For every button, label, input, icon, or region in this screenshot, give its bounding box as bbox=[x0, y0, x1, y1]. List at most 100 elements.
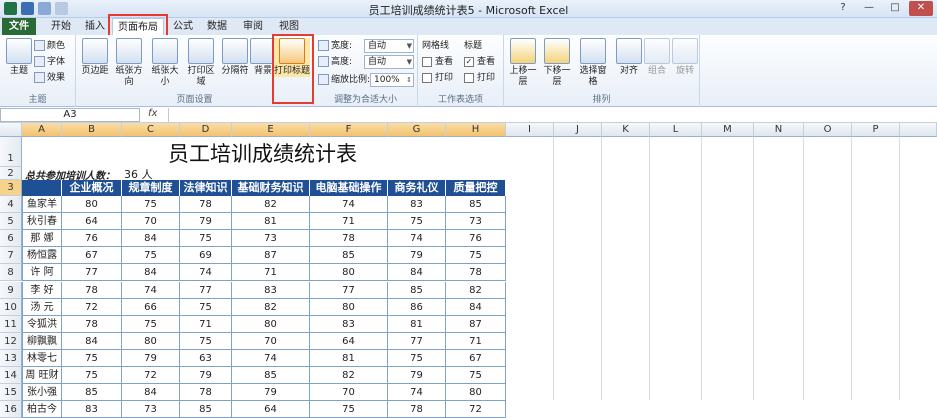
col-header-b[interactable]: B bbox=[62, 123, 122, 137]
row-header[interactable]: 6 bbox=[0, 230, 22, 248]
score-cell[interactable]: 63 bbox=[180, 349, 232, 367]
row-header[interactable]: 7 bbox=[0, 247, 22, 265]
col-header-m[interactable]: M bbox=[702, 123, 754, 137]
name-cell[interactable]: 周 旺财 bbox=[22, 367, 62, 384]
score-cell[interactable]: 71 bbox=[180, 315, 232, 333]
score-cell[interactable]: 80 bbox=[446, 384, 506, 402]
score-cell[interactable]: 74 bbox=[310, 196, 388, 213]
score-cell[interactable]: 80 bbox=[62, 196, 122, 213]
score-cell[interactable]: 82 bbox=[232, 298, 310, 316]
row-header[interactable]: 11 bbox=[0, 315, 22, 333]
score-cell[interactable]: 75 bbox=[446, 247, 506, 265]
row-header[interactable]: 12 bbox=[0, 332, 22, 350]
score-cell[interactable]: 73 bbox=[122, 401, 180, 418]
send-backward-button[interactable]: 下移一层 bbox=[540, 38, 574, 88]
score-cell[interactable]: 78 bbox=[180, 384, 232, 402]
fonts-button[interactable]: 字体 bbox=[34, 55, 65, 69]
score-cell[interactable]: 78 bbox=[388, 401, 446, 418]
score-cell[interactable]: 80 bbox=[310, 264, 388, 282]
table-header-cell[interactable]: 企业概况 bbox=[62, 180, 122, 196]
tab-data[interactable]: 数据 bbox=[202, 18, 232, 35]
score-cell[interactable]: 78 bbox=[62, 281, 122, 299]
score-cell[interactable]: 84 bbox=[388, 264, 446, 282]
col-header-n[interactable]: N bbox=[754, 123, 804, 137]
score-cell[interactable]: 85 bbox=[232, 367, 310, 384]
row-header-1[interactable]: 1 bbox=[0, 137, 22, 167]
score-cell[interactable]: 84 bbox=[122, 384, 180, 402]
score-cell[interactable]: 83 bbox=[310, 315, 388, 333]
name-cell[interactable]: 许 阿 bbox=[22, 264, 62, 282]
score-cell[interactable]: 79 bbox=[180, 367, 232, 384]
score-cell[interactable]: 79 bbox=[180, 213, 232, 231]
score-cell[interactable]: 74 bbox=[180, 264, 232, 282]
score-cell[interactable]: 81 bbox=[388, 315, 446, 333]
maximize-button[interactable]: □ bbox=[883, 1, 907, 16]
score-cell[interactable]: 64 bbox=[232, 401, 310, 418]
score-cell[interactable]: 79 bbox=[122, 349, 180, 367]
row-header[interactable]: 16 bbox=[0, 401, 22, 418]
score-cell[interactable]: 82 bbox=[232, 196, 310, 213]
score-cell[interactable]: 76 bbox=[62, 230, 122, 248]
row-header[interactable]: 4 bbox=[0, 196, 22, 213]
score-cell[interactable]: 84 bbox=[62, 332, 122, 350]
col-header-j[interactable]: J bbox=[554, 123, 602, 137]
score-cell[interactable]: 71 bbox=[232, 264, 310, 282]
table-header-cell[interactable]: 规章制度 bbox=[122, 180, 180, 196]
help-button[interactable]: ? bbox=[831, 1, 855, 16]
close-button[interactable]: ✕ bbox=[909, 1, 933, 16]
score-cell[interactable]: 75 bbox=[180, 230, 232, 248]
theme-button[interactable]: 主题 bbox=[2, 38, 36, 77]
name-cell[interactable]: 鱼家羊 bbox=[22, 196, 62, 213]
col-header-l[interactable]: L bbox=[650, 123, 702, 137]
tab-view[interactable]: 视图 bbox=[274, 18, 304, 35]
score-cell[interactable]: 87 bbox=[446, 315, 506, 333]
score-cell[interactable]: 74 bbox=[122, 281, 180, 299]
score-cell[interactable]: 72 bbox=[62, 298, 122, 316]
tab-formulas[interactable]: 公式 bbox=[168, 18, 198, 35]
gridlines-print-checkbox[interactable]: 打印 bbox=[422, 71, 453, 85]
col-header-c[interactable]: C bbox=[122, 123, 180, 137]
score-cell[interactable]: 75 bbox=[180, 332, 232, 350]
row-header[interactable]: 15 bbox=[0, 384, 22, 402]
score-cell[interactable]: 70 bbox=[310, 384, 388, 402]
col-header-g[interactable]: G bbox=[388, 123, 446, 137]
score-cell[interactable]: 82 bbox=[446, 281, 506, 299]
score-cell[interactable]: 69 bbox=[180, 247, 232, 265]
score-cell[interactable]: 80 bbox=[122, 332, 180, 350]
score-cell[interactable]: 75 bbox=[62, 367, 122, 384]
tab-insert[interactable]: 插入 bbox=[80, 18, 110, 35]
name-cell[interactable]: 张小强 bbox=[22, 384, 62, 402]
fx-icon[interactable]: fx bbox=[148, 108, 168, 119]
headings-print-checkbox[interactable]: 打印 bbox=[464, 71, 495, 85]
name-cell[interactable]: 柳飘飘 bbox=[22, 332, 62, 350]
score-cell[interactable]: 75 bbox=[62, 349, 122, 367]
name-cell[interactable]: 杨恒露 bbox=[22, 247, 62, 265]
select-all-corner[interactable] bbox=[0, 123, 22, 137]
score-cell[interactable]: 75 bbox=[122, 315, 180, 333]
col-header-f[interactable]: F bbox=[310, 123, 388, 137]
row-header[interactable]: 5 bbox=[0, 213, 22, 231]
score-cell[interactable]: 71 bbox=[446, 332, 506, 350]
tab-review[interactable]: 审阅 bbox=[238, 18, 268, 35]
name-cell[interactable]: 柏古今 bbox=[22, 401, 62, 418]
score-cell[interactable]: 75 bbox=[388, 349, 446, 367]
score-cell[interactable]: 77 bbox=[180, 281, 232, 299]
score-cell[interactable]: 73 bbox=[446, 213, 506, 231]
col-header-i[interactable]: I bbox=[506, 123, 554, 137]
score-cell[interactable]: 84 bbox=[122, 264, 180, 282]
score-cell[interactable]: 74 bbox=[388, 230, 446, 248]
score-cell[interactable]: 67 bbox=[446, 349, 506, 367]
row-header[interactable]: 14 bbox=[0, 367, 22, 384]
score-cell[interactable]: 86 bbox=[388, 298, 446, 316]
score-cell[interactable]: 67 bbox=[62, 247, 122, 265]
tab-file[interactable]: 文件 bbox=[2, 18, 36, 35]
tab-home[interactable]: 开始 bbox=[46, 18, 76, 35]
score-cell[interactable]: 78 bbox=[180, 196, 232, 213]
col-header-e[interactable]: E bbox=[232, 123, 310, 137]
score-cell[interactable]: 72 bbox=[122, 367, 180, 384]
name-box[interactable]: A3 bbox=[0, 108, 140, 122]
score-cell[interactable]: 80 bbox=[232, 315, 310, 333]
table-header-cell[interactable]: 质量把控 bbox=[446, 180, 506, 196]
score-cell[interactable]: 85 bbox=[310, 247, 388, 265]
score-cell[interactable]: 70 bbox=[232, 332, 310, 350]
